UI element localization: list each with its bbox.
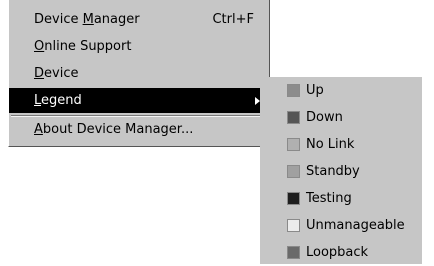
legend-item-no-link[interactable]: No Link bbox=[260, 131, 422, 158]
legend-label: Testing bbox=[306, 191, 352, 206]
legend-item-up[interactable]: Up bbox=[260, 77, 422, 104]
legend-submenu: Up Down No Link Standby Testing Unmanage… bbox=[260, 77, 422, 264]
status-swatch-icon bbox=[287, 165, 300, 178]
menu-item-label: Legend bbox=[34, 93, 82, 108]
legend-item-unmanageable[interactable]: Unmanageable bbox=[260, 212, 422, 239]
menu-item-label: Online Support bbox=[34, 39, 132, 54]
menu-item-device[interactable]: Device bbox=[9, 61, 269, 86]
legend-label: No Link bbox=[306, 137, 355, 152]
menu-item-label: About Device Manager... bbox=[34, 122, 194, 137]
legend-item-down[interactable]: Down bbox=[260, 104, 422, 131]
menu-item-legend[interactable]: Legend bbox=[9, 88, 269, 113]
status-swatch-icon bbox=[287, 84, 300, 97]
status-swatch-icon bbox=[287, 219, 300, 232]
legend-label: Standby bbox=[306, 164, 360, 179]
menu-item-device-manager[interactable]: Device Manager Ctrl+F bbox=[9, 7, 269, 32]
status-swatch-icon bbox=[287, 138, 300, 151]
legend-label: Loopback bbox=[306, 245, 369, 260]
menu-item-label: Device bbox=[34, 66, 79, 81]
legend-label: Up bbox=[306, 83, 324, 98]
status-swatch-icon bbox=[287, 246, 300, 259]
menu-item-online-support[interactable]: Online Support bbox=[9, 34, 269, 59]
legend-item-testing[interactable]: Testing bbox=[260, 185, 422, 212]
legend-item-loopback[interactable]: Loopback bbox=[260, 239, 422, 266]
legend-label: Unmanageable bbox=[306, 218, 405, 233]
menu-item-label: Device Manager bbox=[34, 12, 140, 27]
status-swatch-icon bbox=[287, 111, 300, 124]
status-swatch-icon bbox=[287, 192, 300, 205]
legend-label: Down bbox=[306, 110, 343, 125]
shortcut-label: Ctrl+F bbox=[212, 12, 254, 27]
device-manager-menu: Device Manager Ctrl+F Online Support Dev… bbox=[8, 0, 270, 147]
menu-item-about[interactable]: About Device Manager... bbox=[9, 117, 269, 142]
legend-item-standby[interactable]: Standby bbox=[260, 158, 422, 185]
